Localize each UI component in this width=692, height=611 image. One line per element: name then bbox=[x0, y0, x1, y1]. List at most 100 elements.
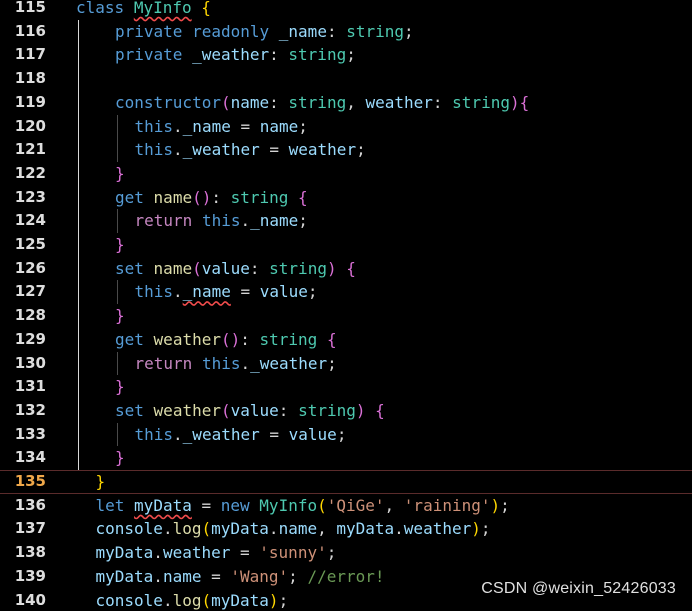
code-line[interactable]: 115 class MyInfo { bbox=[0, 0, 692, 20]
line-number: 137 bbox=[14, 519, 46, 538]
code-line[interactable]: 117 private _weather: string; bbox=[0, 43, 692, 67]
code-text: return this._weather; bbox=[135, 352, 337, 376]
code-token: : bbox=[278, 400, 299, 420]
code-token: 'raining' bbox=[403, 495, 491, 515]
code-line[interactable]: 132 set weather(value: string) { bbox=[0, 399, 692, 423]
code-text: console.log(myData.name, myData.weather)… bbox=[96, 517, 491, 541]
code-line[interactable]: 121 this._weather = weather; bbox=[0, 138, 692, 162]
code-line[interactable]: 130 return this._weather; bbox=[0, 352, 692, 376]
code-token: string bbox=[259, 329, 318, 349]
code-line[interactable]: 138 myData.weather = 'sunny'; bbox=[0, 541, 692, 565]
line-number: 126 bbox=[14, 258, 46, 277]
code-token: } bbox=[115, 235, 125, 254]
code-line[interactable]: 118 bbox=[0, 67, 692, 91]
code-token: myData bbox=[95, 566, 154, 586]
code-token: _name bbox=[182, 116, 231, 136]
code-token: ( bbox=[220, 92, 231, 112]
code-token: console bbox=[95, 519, 163, 539]
code-line[interactable]: 134} bbox=[0, 446, 692, 470]
code-token: . bbox=[173, 140, 183, 160]
indent-guide bbox=[117, 209, 118, 233]
code-token: name bbox=[162, 566, 202, 586]
error-token: _name bbox=[182, 282, 231, 302]
code-token: ) bbox=[509, 92, 520, 112]
line-number: 119 bbox=[14, 92, 46, 111]
code-token: string bbox=[298, 400, 356, 420]
line-number: 140 bbox=[14, 590, 46, 609]
code-token: this bbox=[134, 116, 174, 136]
code-token: = bbox=[230, 543, 260, 563]
code-token: { bbox=[346, 258, 356, 278]
code-token: : bbox=[240, 329, 260, 349]
line-number: 128 bbox=[14, 306, 46, 325]
line-number: 118 bbox=[14, 69, 46, 88]
line-number: 117 bbox=[14, 45, 46, 64]
code-token: weather bbox=[365, 92, 433, 112]
code-text: } bbox=[115, 446, 125, 470]
line-number: 139 bbox=[14, 566, 46, 585]
code-token: ) bbox=[268, 590, 279, 610]
code-editor[interactable]: 115 class MyInfo {116 private readonly _na… bbox=[0, 0, 692, 611]
code-line[interactable]: 135} bbox=[0, 470, 692, 494]
code-line[interactable]: 137 console.log(myData.name, myData.weath… bbox=[0, 517, 692, 541]
code-text: } bbox=[115, 162, 125, 186]
code-text: myData.name = 'Wang'; //error! bbox=[96, 565, 385, 589]
code-text: console.log(myData); bbox=[96, 589, 289, 611]
code-text: let myData = new MyInfo('QiGe', 'raining… bbox=[96, 494, 510, 518]
code-text: this._name = value; bbox=[135, 280, 318, 304]
code-token: ) bbox=[471, 519, 481, 539]
code-token: weather bbox=[162, 543, 231, 563]
code-token: //error! bbox=[307, 566, 385, 586]
code-token: string bbox=[288, 45, 347, 65]
code-token: value bbox=[288, 424, 337, 444]
code-token: string bbox=[452, 92, 510, 112]
code-token: = bbox=[191, 495, 221, 515]
code-token: this bbox=[134, 140, 174, 160]
code-token: ; bbox=[346, 45, 356, 65]
code-token: . bbox=[394, 519, 404, 539]
code-line[interactable]: 129 get weather(): string { bbox=[0, 328, 692, 352]
code-token: { bbox=[201, 0, 211, 17]
code-line[interactable]: 136 let myData = new MyInfo('QiGe', 'rain… bbox=[0, 494, 692, 518]
code-token: . bbox=[240, 211, 251, 231]
code-token: myData bbox=[336, 519, 395, 539]
code-token: constructor bbox=[115, 92, 221, 112]
code-token: . bbox=[153, 566, 163, 586]
code-line[interactable]: 127 this._name = value; bbox=[0, 280, 692, 304]
code-token: () bbox=[192, 187, 212, 207]
code-token: ; bbox=[404, 21, 414, 41]
code-line[interactable]: 133 this._weather = value; bbox=[0, 423, 692, 447]
code-line[interactable]: 123 get name(): string { bbox=[0, 186, 692, 210]
code-token: return bbox=[134, 211, 193, 231]
code-token: ; bbox=[327, 353, 337, 373]
code-token: string bbox=[346, 21, 405, 41]
code-line[interactable]: 122} bbox=[0, 162, 692, 186]
code-line[interactable]: 126 set name(value: string) { bbox=[0, 257, 692, 281]
code-line[interactable]: 120 this._name = name; bbox=[0, 115, 692, 139]
code-line[interactable]: 125} bbox=[0, 233, 692, 257]
code-token: ) bbox=[355, 400, 366, 420]
code-text: this._name = name; bbox=[135, 115, 308, 139]
line-number: 138 bbox=[14, 543, 46, 562]
code-line[interactable]: 124 return this._name; bbox=[0, 209, 692, 233]
code-token: string bbox=[230, 187, 289, 207]
code-line[interactable]: 128} bbox=[0, 304, 692, 328]
line-number: 135 bbox=[14, 472, 46, 490]
code-line[interactable]: 131} bbox=[0, 375, 692, 399]
error-token: myData bbox=[134, 495, 192, 515]
code-token: weather bbox=[153, 329, 221, 349]
code-line[interactable]: 116 private readonly _name: string; bbox=[0, 20, 692, 44]
watermark: CSDN @weixin_52426033 bbox=[481, 580, 676, 597]
code-line[interactable]: 119 constructor(name: string, weather: st… bbox=[0, 91, 692, 115]
line-number: 127 bbox=[14, 282, 46, 301]
code-token: _weather bbox=[182, 424, 260, 444]
code-token: this bbox=[201, 353, 241, 373]
code-token: let bbox=[95, 495, 125, 515]
code-token: ( bbox=[220, 400, 231, 420]
